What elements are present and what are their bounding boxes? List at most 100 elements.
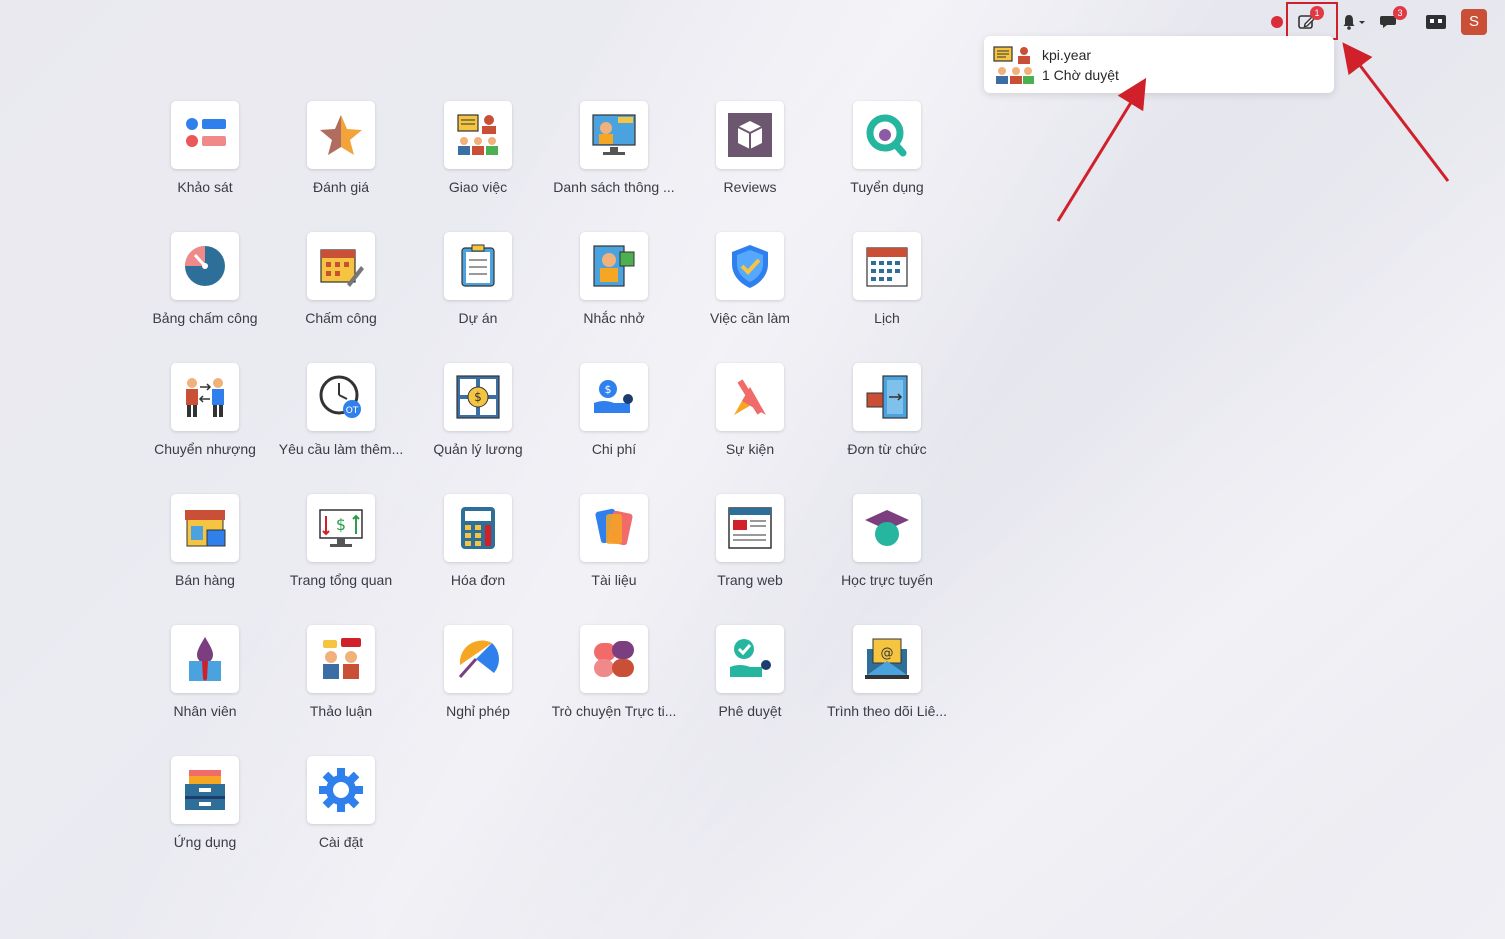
app-tile[interactable]: [444, 625, 512, 693]
app-label[interactable]: Cài đặt: [319, 834, 363, 850]
dropdown-status[interactable]: 1 Chờ duyệt: [1042, 67, 1119, 83]
app-label[interactable]: Nhắc nhở: [583, 310, 644, 326]
app-calendar[interactable]: Lịch: [819, 232, 955, 326]
app-website[interactable]: Trang web: [682, 494, 818, 588]
app-label[interactable]: Đơn từ chức: [847, 441, 926, 457]
app-tile[interactable]: [444, 232, 512, 300]
app-label[interactable]: Sự kiện: [726, 441, 774, 457]
app-umbrella[interactable]: Nghỉ phép: [410, 625, 546, 719]
app-label[interactable]: Thảo luận: [310, 703, 372, 719]
app-label[interactable]: Dự án: [459, 310, 498, 326]
app-label[interactable]: Chi phí: [592, 441, 636, 457]
app-overtime-clock[interactable]: OT Yêu cầu làm thêm...: [273, 363, 409, 457]
app-label[interactable]: Chuyển nhượng: [154, 441, 256, 457]
app-label[interactable]: Chấm công: [305, 310, 377, 326]
app-tile[interactable]: OT: [307, 363, 375, 431]
app-label[interactable]: Tài liệu: [591, 572, 636, 588]
app-tile[interactable]: [580, 625, 648, 693]
app-box[interactable]: Reviews: [682, 101, 818, 195]
app-tile[interactable]: [307, 232, 375, 300]
app-label[interactable]: Lịch: [874, 310, 900, 326]
app-tile[interactable]: [171, 363, 239, 431]
app-tile[interactable]: [171, 756, 239, 824]
app-label[interactable]: Bán hàng: [175, 572, 235, 588]
app-label[interactable]: Danh sách thông ...: [553, 179, 674, 195]
app-transfer[interactable]: Chuyển nhượng: [137, 363, 273, 457]
app-shop[interactable]: Bán hàng: [137, 494, 273, 588]
user-avatar[interactable]: S: [1461, 9, 1487, 35]
app-label[interactable]: Hóa đơn: [451, 572, 505, 588]
app-expense[interactable]: $ Chi phí: [546, 363, 682, 457]
app-label[interactable]: Nhân viên: [173, 703, 236, 719]
app-label[interactable]: Quản lý lương: [433, 441, 522, 457]
app-label[interactable]: Tuyển dụng: [850, 179, 923, 195]
app-label[interactable]: Việc cần làm: [710, 310, 790, 326]
app-tile[interactable]: $: [444, 363, 512, 431]
app-calculator[interactable]: Hóa đơn: [410, 494, 546, 588]
app-tile[interactable]: [853, 232, 921, 300]
notifications-button[interactable]: [1341, 8, 1369, 36]
app-tile[interactable]: @: [853, 625, 921, 693]
app-reminder[interactable]: Nhắc nhở: [546, 232, 682, 326]
app-label[interactable]: Bảng chấm công: [152, 310, 257, 326]
app-graduation-cap[interactable]: Học trực tuyến: [819, 494, 955, 588]
app-label[interactable]: Khảo sát: [177, 179, 232, 195]
app-label[interactable]: Yêu cầu làm thêm...: [279, 441, 404, 457]
app-tile[interactable]: [307, 625, 375, 693]
app-tile[interactable]: [853, 494, 921, 562]
app-live-chat[interactable]: Trò chuyện Trực ti...: [546, 625, 682, 719]
app-tile[interactable]: [716, 232, 784, 300]
app-tile[interactable]: [444, 101, 512, 169]
app-resignation-door[interactable]: Đơn từ chức: [819, 363, 955, 457]
app-gauge[interactable]: Bảng chấm công: [137, 232, 273, 326]
app-survey[interactable]: Khảo sát: [137, 101, 273, 195]
app-label[interactable]: Trang tổng quan: [290, 572, 392, 588]
app-approval[interactable]: Phê duyệt: [682, 625, 818, 719]
app-tile[interactable]: $: [580, 363, 648, 431]
app-dashboard-monitor[interactable]: $ Trang tổng quan: [273, 494, 409, 588]
app-label[interactable]: Nghỉ phép: [446, 703, 510, 719]
app-employee[interactable]: Nhân viên: [137, 625, 273, 719]
app-gear[interactable]: Cài đặt: [273, 756, 409, 850]
app-apps-drawer[interactable]: Ứng dụng: [137, 756, 273, 850]
app-clipboard[interactable]: Dự án: [410, 232, 546, 326]
app-label[interactable]: Ứng dụng: [174, 834, 237, 850]
app-tile[interactable]: [307, 756, 375, 824]
app-shield-check[interactable]: Việc cần làm: [682, 232, 818, 326]
app-tile[interactable]: [171, 232, 239, 300]
app-label[interactable]: Giao việc: [449, 179, 507, 195]
app-tile[interactable]: [171, 494, 239, 562]
app-tile[interactable]: [171, 101, 239, 169]
app-news[interactable]: Danh sách thông ...: [546, 101, 682, 195]
app-tile[interactable]: [716, 363, 784, 431]
app-tile[interactable]: [853, 363, 921, 431]
app-label[interactable]: Trò chuyện Trực ti...: [552, 703, 677, 719]
app-assign-task[interactable]: Giao việc: [410, 101, 546, 195]
app-payroll[interactable]: $ Quản lý lương: [410, 363, 546, 457]
app-tile[interactable]: [716, 625, 784, 693]
app-label[interactable]: Reviews: [724, 179, 777, 195]
app-documents[interactable]: Tài liệu: [546, 494, 682, 588]
app-label[interactable]: Trang web: [717, 572, 783, 588]
app-tile[interactable]: [171, 625, 239, 693]
app-tile[interactable]: [716, 494, 784, 562]
app-tile[interactable]: [444, 494, 512, 562]
activity-dropdown[interactable]: kpi.year 1 Chờ duyệt: [984, 36, 1334, 93]
switch-company-button[interactable]: [1424, 8, 1448, 36]
app-label[interactable]: Đánh giá: [313, 179, 369, 195]
app-tile[interactable]: [580, 101, 648, 169]
app-tile[interactable]: [716, 101, 784, 169]
app-label[interactable]: Trình theo dõi Liê...: [827, 703, 947, 719]
app-tile[interactable]: [307, 101, 375, 169]
app-label[interactable]: Học trực tuyến: [841, 572, 933, 588]
app-tile[interactable]: [580, 494, 648, 562]
app-tile[interactable]: $: [307, 494, 375, 562]
app-recruitment[interactable]: Tuyển dụng: [819, 101, 955, 195]
messages-button[interactable]: 3: [1379, 6, 1407, 36]
app-tile[interactable]: [853, 101, 921, 169]
app-star[interactable]: Đánh giá: [273, 101, 409, 195]
app-tile[interactable]: [580, 232, 648, 300]
app-mail-tracker[interactable]: @ Trình theo dõi Liê...: [819, 625, 955, 719]
app-label[interactable]: Phê duyệt: [718, 703, 781, 719]
dropdown-model-name[interactable]: kpi.year: [1042, 47, 1119, 63]
